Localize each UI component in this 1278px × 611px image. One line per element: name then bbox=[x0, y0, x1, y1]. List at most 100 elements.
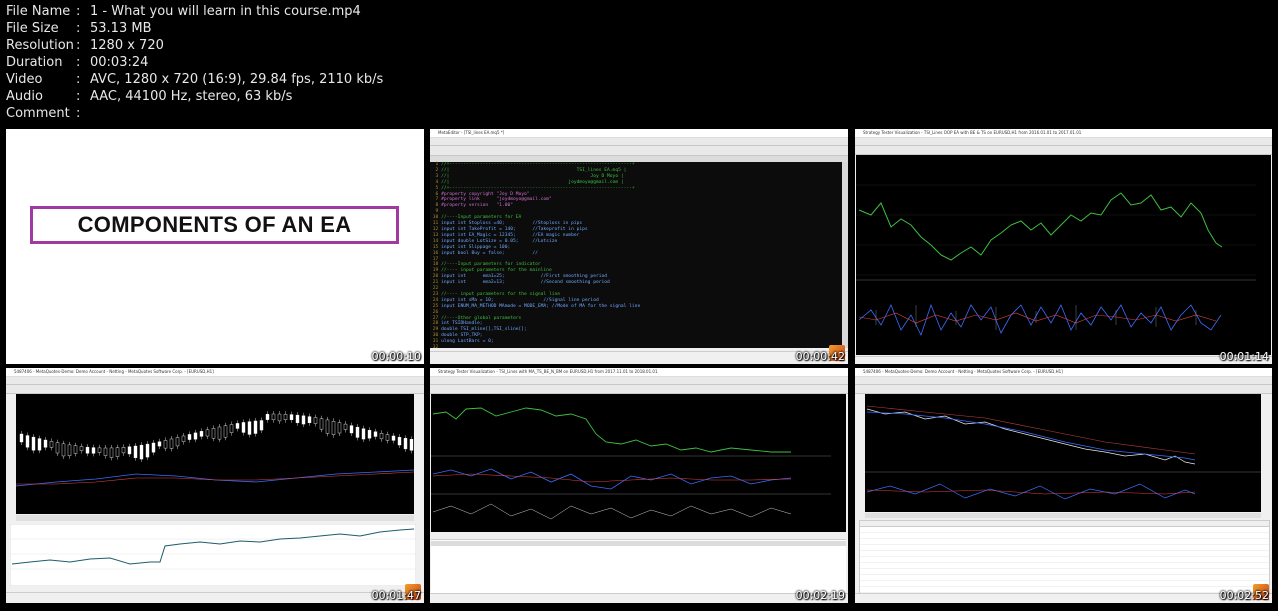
code-text: //| joydmoyo@gmail.com | bbox=[441, 179, 624, 185]
candle-body bbox=[91, 447, 96, 454]
candle-body bbox=[103, 447, 108, 456]
candlestick-chart[interactable] bbox=[16, 394, 414, 514]
info-value: AVC, 1280 x 720 (16:9), 29.84 fps, 2110 … bbox=[90, 72, 384, 87]
metaeditor-window: MetaEditor - [TSI_lines EA.mq5 *] 1 //+-… bbox=[430, 129, 848, 364]
candle-body bbox=[145, 443, 150, 458]
code-text: int TSIDHandle; bbox=[441, 321, 483, 327]
thumbnail-1[interactable]: COMPONENTS OF AN EA 00:00:10 bbox=[6, 129, 424, 364]
timestamp: 00:02:52 bbox=[1219, 589, 1269, 602]
line-number: 25 bbox=[430, 303, 442, 309]
candle-body bbox=[109, 447, 114, 458]
terminal-window: 5487406 - MetaQuotes-Demo: Demo Account … bbox=[6, 368, 424, 603]
chart-tabs[interactable] bbox=[16, 515, 414, 521]
thumbnail-6[interactable]: 5487406 - MetaQuotes-Demo: Demo Account … bbox=[855, 368, 1272, 603]
balance-graph[interactable] bbox=[10, 524, 416, 586]
code-text: input int Stoploss =40; //Stoploss in pi… bbox=[441, 221, 583, 227]
line-number: 4 bbox=[430, 179, 442, 185]
info-label: Video bbox=[6, 72, 43, 87]
line-number: 23 bbox=[430, 291, 442, 297]
info-separator: : bbox=[76, 55, 81, 70]
code-text: //| TSI_lines EA.mq5 | bbox=[441, 167, 627, 173]
window-title-bar: Strategy Tester Visualization - TSI_Line… bbox=[430, 368, 848, 377]
candle-body bbox=[241, 422, 246, 433]
thumbnail-2[interactable]: MetaEditor - [TSI_lines EA.mq5 *] 1 //+-… bbox=[430, 129, 848, 364]
candle-body bbox=[349, 425, 354, 434]
tester-inputs-table[interactable] bbox=[859, 520, 1270, 594]
trade-table[interactable] bbox=[431, 533, 846, 593]
line-number: 22 bbox=[430, 286, 442, 292]
menu-bar bbox=[430, 377, 848, 385]
code-editor[interactable]: 1 //+-----------------------------------… bbox=[430, 162, 842, 350]
candle-body bbox=[301, 415, 306, 425]
info-label: File Name bbox=[6, 4, 71, 19]
candle-body bbox=[43, 439, 48, 448]
scrollbar[interactable] bbox=[842, 162, 848, 348]
thumbnail-3[interactable]: Strategy Tester Visualization - TSI_Line… bbox=[855, 129, 1272, 364]
chart-tabs[interactable] bbox=[865, 513, 1261, 518]
candle-body bbox=[337, 422, 342, 434]
price-chart[interactable] bbox=[856, 155, 1271, 355]
toolbar bbox=[855, 146, 1272, 155]
code-text: //----Other global parameters bbox=[441, 315, 522, 321]
candle-body bbox=[259, 420, 264, 431]
candle-body bbox=[409, 439, 414, 451]
thumbnail-5[interactable]: Strategy Tester Visualization - TSI_Line… bbox=[430, 368, 848, 603]
tester-tabs[interactable] bbox=[855, 593, 1272, 603]
info-separator: : bbox=[76, 21, 81, 36]
candle-body bbox=[325, 419, 330, 434]
candle-body bbox=[265, 413, 270, 420]
status-bar bbox=[430, 351, 848, 364]
price-chart[interactable] bbox=[431, 394, 846, 532]
candle-body bbox=[97, 447, 102, 453]
info-label: File Size bbox=[6, 21, 59, 36]
window-title-bar: MetaEditor - [TSI_lines EA.mq5 *] bbox=[430, 129, 848, 138]
line-number: 30 bbox=[430, 333, 442, 339]
line-number: 2 bbox=[430, 167, 442, 173]
info-value: AAC, 44100 Hz, stereo, 63 kb/s bbox=[90, 89, 293, 104]
candle-body bbox=[313, 417, 318, 424]
candle-body bbox=[55, 442, 60, 454]
status-bar bbox=[855, 356, 1272, 364]
menu-bar bbox=[855, 377, 1272, 385]
candle-body bbox=[121, 447, 126, 454]
window-title-bar: 5487406 - MetaQuotes-Demo: Demo Account … bbox=[855, 368, 1272, 377]
candle-body bbox=[235, 423, 240, 429]
code-text: input int ema2=13; //Second smoothing pe… bbox=[441, 280, 610, 286]
price-chart[interactable] bbox=[865, 394, 1261, 512]
candle-body bbox=[373, 431, 378, 437]
info-value: 1280 x 720 bbox=[90, 38, 164, 53]
terminal-tabs[interactable] bbox=[6, 592, 424, 603]
menu-bar bbox=[6, 377, 424, 385]
candle-body bbox=[277, 413, 282, 422]
code-text: input int ema1=25; //First smoothing per… bbox=[441, 274, 608, 280]
info-separator: : bbox=[76, 106, 81, 121]
info-row-filename: File Name:1 - What you will learn in thi… bbox=[6, 3, 383, 20]
candle-body bbox=[283, 414, 288, 420]
code-text: //+-------------------------------------… bbox=[441, 185, 635, 191]
line-number: 7 bbox=[430, 197, 442, 203]
code-text: input ENUM_MA_METHOD MAmode = MODE_EMA; … bbox=[441, 303, 641, 309]
candle-body bbox=[343, 423, 348, 430]
line-number: 19 bbox=[430, 268, 442, 274]
info-row-comment: Comment: bbox=[6, 105, 383, 122]
line-number: 13 bbox=[430, 232, 442, 238]
info-separator: : bbox=[76, 38, 81, 53]
toolbar bbox=[6, 385, 424, 394]
code-text: input bool Buy = false; // bbox=[441, 250, 538, 256]
candle-body bbox=[139, 444, 144, 460]
code-text: double STP,TKP; bbox=[441, 333, 483, 339]
code-text: double TSI_mline[],TSI_sline[]; bbox=[441, 327, 527, 333]
line-number: 1 bbox=[430, 162, 442, 167]
line-number: 9 bbox=[430, 209, 442, 215]
candle-body bbox=[73, 445, 78, 454]
line-number: 27 bbox=[430, 315, 442, 321]
line-number: 5 bbox=[430, 185, 442, 191]
line-number: 31 bbox=[430, 339, 442, 345]
thumbnail-4[interactable]: 5487406 - MetaQuotes-Demo: Demo Account … bbox=[6, 368, 424, 603]
candle-body bbox=[25, 435, 30, 448]
toolbox-tabs[interactable] bbox=[430, 593, 848, 603]
info-label: Resolution bbox=[6, 38, 74, 53]
code-text: //| Joy D Moyo | bbox=[441, 173, 624, 179]
code-text: input int TakeProfit = 140; //Takeprofit… bbox=[441, 226, 588, 232]
candle-body bbox=[217, 426, 222, 440]
